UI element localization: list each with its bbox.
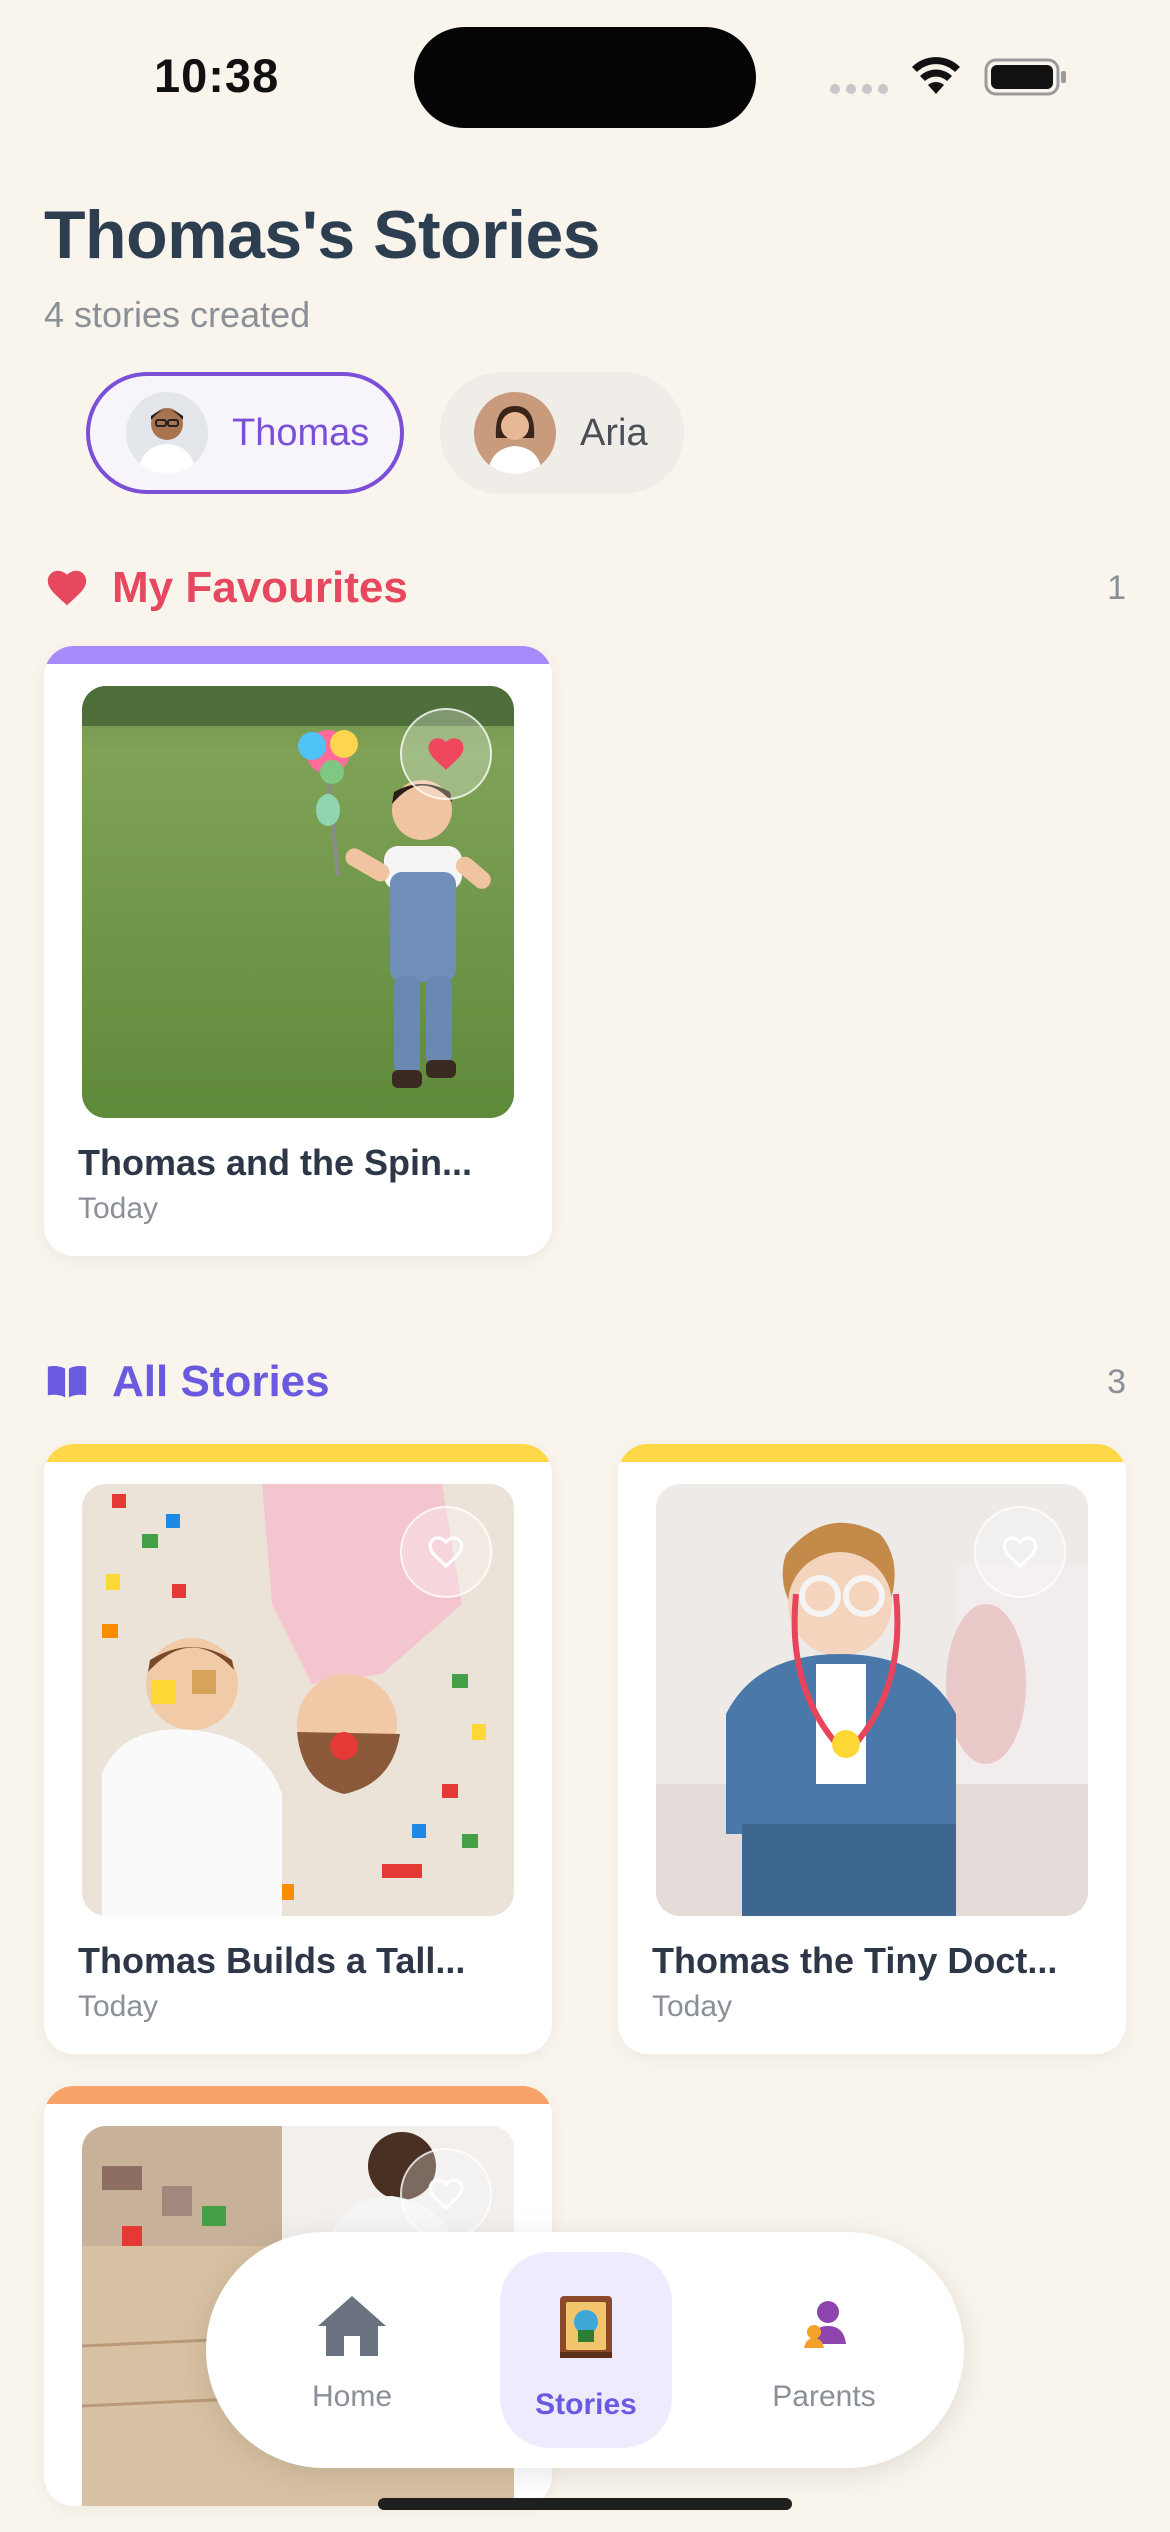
card-accent-bar <box>44 1444 552 1462</box>
status-time: 10:38 <box>154 49 280 102</box>
bottom-navigation-bar: Home Stories Parents <box>206 2232 964 2468</box>
story-title: Thomas the Tiny Doct... <box>652 1940 1058 1981</box>
dynamic-island <box>414 27 756 128</box>
page-title: Thomas's Stories <box>44 197 601 273</box>
section-count: 1 <box>1107 568 1126 607</box>
story-date: Today <box>78 1192 159 1225</box>
heart-filled-icon <box>428 738 464 770</box>
card-accent-bar <box>44 646 552 664</box>
storybook-icon <box>560 2296 612 2358</box>
story-date: Today <box>652 1990 733 2023</box>
battery-icon <box>984 58 1066 96</box>
stories-count-subtitle: 4 stories created <box>44 294 311 335</box>
home-icon <box>318 2296 386 2356</box>
profile-chip-aria[interactable]: Aria <box>440 372 684 494</box>
profile-chip-thomas[interactable]: Thomas <box>86 372 404 494</box>
heart-outline-icon <box>1002 1536 1038 1569</box>
parents-icon <box>804 2301 846 2348</box>
favourite-toggle-button[interactable] <box>400 2148 492 2240</box>
story-card[interactable]: Thomas the Tiny Doct... Today <box>618 1444 1126 2054</box>
heart-icon <box>47 570 87 606</box>
story-date: Today <box>78 1990 159 2023</box>
cellular-signal-icon <box>830 84 888 94</box>
nav-item-parents[interactable]: Parents <box>738 2252 910 2448</box>
favourite-toggle-button[interactable] <box>974 1506 1066 1598</box>
home-indicator[interactable] <box>378 2498 792 2510</box>
wifi-icon <box>912 57 960 94</box>
favourite-toggle-button[interactable] <box>400 708 492 800</box>
all-stories-section-header: All Stories 3 <box>44 1352 1126 1412</box>
story-title: Thomas Builds a Tall... <box>78 1940 466 1981</box>
favourites-section-header: My Favourites 1 <box>44 558 1126 618</box>
card-accent-bar <box>44 2086 552 2104</box>
story-card[interactable]: Thomas Builds a Tall... Today <box>44 1444 552 2054</box>
section-count: 3 <box>1107 1362 1126 1401</box>
section-title: All Stories <box>112 1357 330 1406</box>
status-bar: 10:38 <box>0 0 1170 150</box>
nav-item-home[interactable]: Home <box>266 2252 438 2448</box>
profile-name: Thomas <box>232 411 370 454</box>
story-card[interactable]: Thomas and the Spin... Today <box>44 646 552 1256</box>
girl-avatar <box>474 392 556 474</box>
favourite-toggle-button[interactable] <box>400 1506 492 1598</box>
card-accent-bar <box>618 1444 1126 1462</box>
nav-label: Stories <box>535 2388 637 2421</box>
heart-outline-icon <box>428 1536 464 1569</box>
nav-label: Home <box>311 2380 393 2413</box>
heart-outline-icon <box>428 2178 464 2211</box>
book-icon <box>47 1366 87 1398</box>
nav-item-stories[interactable]: Stories <box>500 2252 672 2448</box>
story-title: Thomas and the Spin... <box>78 1142 473 1183</box>
nav-label: Parents <box>772 2380 876 2413</box>
section-title: My Favourites <box>112 563 408 612</box>
profile-name: Aria <box>580 411 648 454</box>
boy-avatar <box>126 392 208 474</box>
